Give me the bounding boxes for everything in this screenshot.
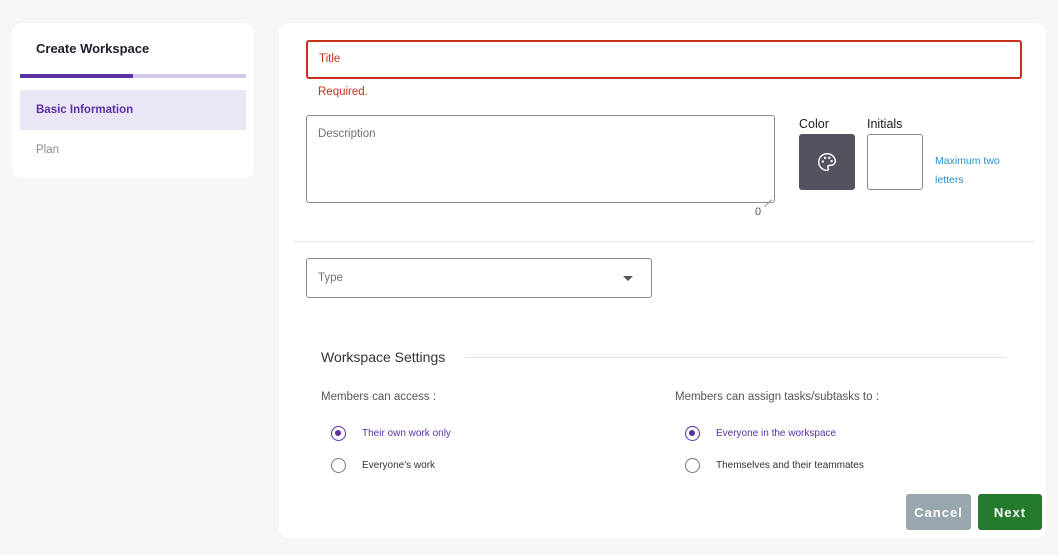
color-picker-button[interactable] [799,134,855,190]
title-label: Title [319,53,341,65]
color-label: Color [799,117,829,131]
radio-unchecked-icon[interactable] [331,458,346,473]
step-basic-information[interactable]: Basic Information [20,90,246,130]
initials-input[interactable] [867,134,923,190]
section-divider [293,241,1035,242]
assign-option-everyone[interactable]: Everyone in the workspace [685,426,836,441]
cancel-button[interactable]: Cancel [906,494,971,530]
access-group-label: Members can access : [321,391,437,403]
radio-label: Their own work only [362,428,451,439]
wizard-progress-bar [20,74,246,78]
sidebar-title: Create Workspace [36,41,150,56]
radio-checked-icon[interactable] [685,426,700,441]
settings-title-rule [465,357,1006,358]
workspace-settings-title: Workspace Settings [321,349,454,365]
initials-hint: Maximum two letters [935,155,1000,186]
workspace-form-panel: Title Required. Description 0 Color Init… [279,23,1046,538]
assign-option-teammates[interactable]: Themselves and their teammates [685,458,864,473]
step-plan[interactable]: Plan [20,130,246,170]
radio-label: Everyone's work [362,460,436,471]
type-select[interactable]: Type [306,258,652,298]
palette-icon [818,153,836,171]
radio-label: Everyone in the workspace [716,428,837,439]
type-label: Type [318,272,343,284]
access-option-everyones-work[interactable]: Everyone's work [331,458,435,473]
chevron-down-icon [623,276,633,281]
description-char-count: 0 [755,206,762,218]
description-textarea[interactable]: Description [306,115,775,203]
wizard-progress-fill [20,74,133,78]
next-button[interactable]: Next [978,494,1042,530]
wizard-sidebar: Create Workspace Basic Information Plan [12,23,254,178]
access-option-own-work[interactable]: Their own work only [331,426,451,441]
radio-label: Themselves and their teammates [716,460,864,471]
radio-checked-icon[interactable] [331,426,346,441]
resize-handle-icon[interactable] [764,192,772,200]
title-input[interactable]: Title [306,40,1022,79]
assign-group-label: Members can assign tasks/subtasks to : [675,391,879,403]
description-label: Description [318,128,376,140]
title-error-message: Required. [318,86,368,98]
initials-label: Initials [867,117,903,131]
radio-unchecked-icon[interactable] [685,458,700,473]
